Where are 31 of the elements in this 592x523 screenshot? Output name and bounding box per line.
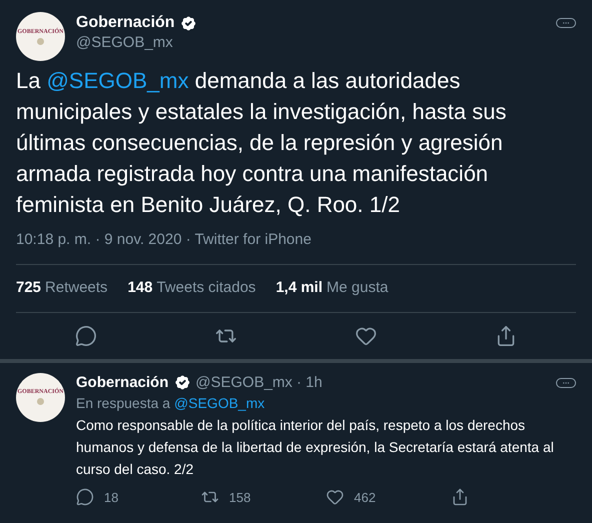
- action-count: 158: [229, 488, 251, 506]
- stat-count[interactable]: 1,4 mil: [276, 277, 323, 300]
- action-count: 18: [104, 488, 118, 506]
- stat-count[interactable]: 148: [128, 277, 153, 300]
- stat-label[interactable]: Retweets: [45, 277, 108, 300]
- seal-icon: [37, 398, 44, 405]
- tweet-timestamp[interactable]: 10:18 p. m. · 9 nov. 2020 · Twitter for iPhone: [16, 231, 312, 248]
- author-handle[interactable]: @SEGOB_mx: [196, 372, 292, 392]
- seal-icon: [37, 38, 44, 44]
- mention-link[interactable]: @SEGOB_mx: [174, 392, 265, 412]
- more-icon[interactable]: [556, 378, 576, 388]
- verified-icon: [178, 14, 198, 32]
- author-name[interactable]: Gobernación: [76, 372, 169, 392]
- action-count: 462: [354, 488, 376, 506]
- mention-link[interactable]: @SEGOB_mx: [46, 68, 189, 93]
- heart-icon[interactable]: [326, 488, 344, 506]
- tweet-text: Como responsable de la política interior del país, respeto a los derechos humanos y defensa de la libertad de expresión, la Secretaría estará atenta al curso del caso. 2/2: [76, 416, 555, 478]
- more-icon[interactable]: [556, 18, 576, 28]
- stat-count[interactable]: 725: [16, 277, 42, 300]
- author-name[interactable]: Gobernación: [76, 13, 175, 33]
- stat-label[interactable]: Me gusta: [326, 277, 388, 300]
- share-icon[interactable]: [451, 488, 469, 506]
- author-handle[interactable]: @SEGOB_mx: [76, 33, 198, 53]
- stat-label[interactable]: Tweets citados: [156, 277, 256, 300]
- reply-icon[interactable]: [76, 488, 94, 506]
- share-icon[interactable]: [495, 324, 517, 346]
- tweet-time[interactable]: · 1h: [296, 372, 322, 392]
- tweet-text: La @SEGOB_mx demanda a las autoridades municipales y estatales la investigación, hasta sus últimas consecuencias, de la represión y agresión armada registrada hoy contra una manifestación feminista en Benito Juárez, Q. Roo. 1/2: [16, 67, 508, 219]
- reply-to-label: En respuesta a: [76, 394, 170, 412]
- reply-icon[interactable]: [75, 324, 97, 346]
- verified-icon: [172, 373, 192, 392]
